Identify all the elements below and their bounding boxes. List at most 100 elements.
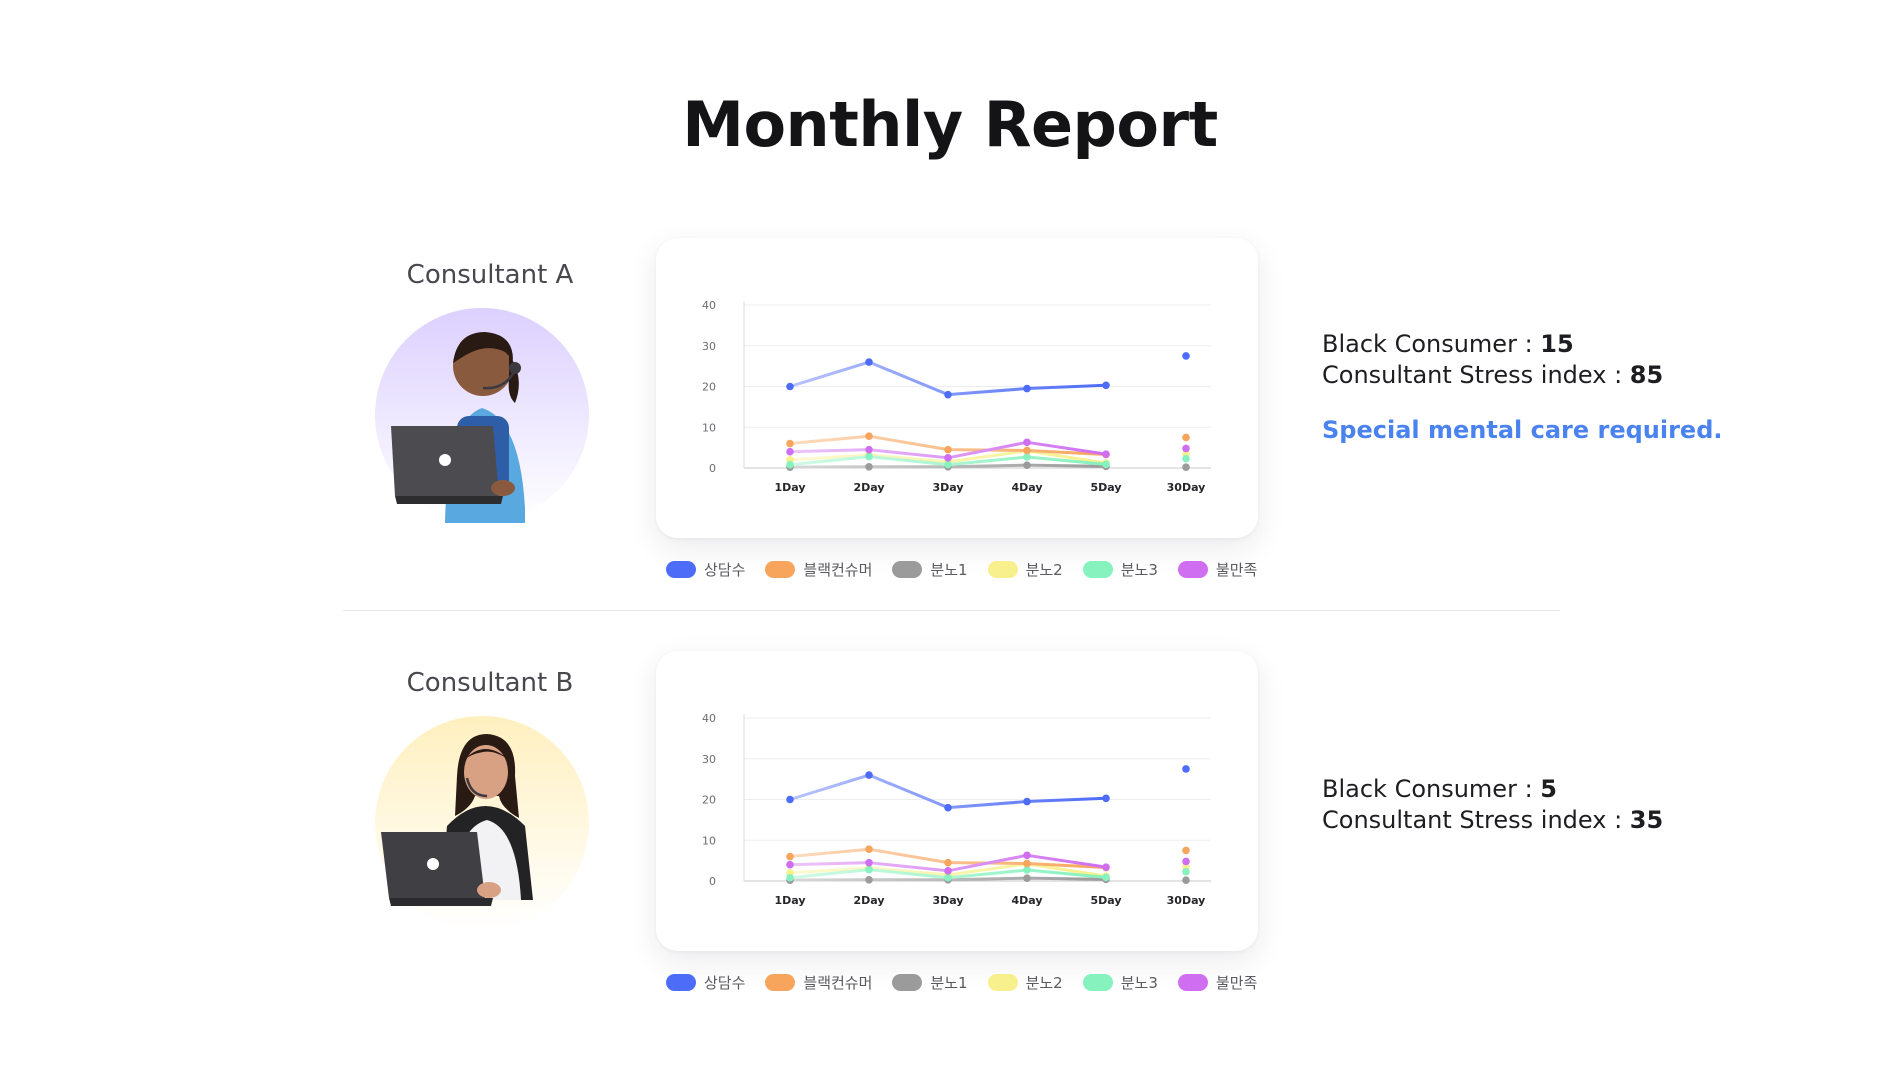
legend-swatch bbox=[892, 560, 923, 578]
legend-label: 분노1 bbox=[930, 560, 968, 579]
legend-item: 분노1 bbox=[892, 972, 968, 993]
legend-swatch bbox=[765, 973, 796, 991]
x-tick-label: 2Day bbox=[853, 481, 884, 494]
data-point bbox=[865, 452, 873, 461]
stat-value: 5 bbox=[1540, 775, 1557, 803]
legend-swatch bbox=[666, 973, 696, 991]
data-point bbox=[865, 462, 873, 471]
legend-label: 불만족 bbox=[1215, 973, 1258, 992]
x-tick-label: 5Day bbox=[1090, 481, 1121, 494]
data-point bbox=[865, 858, 873, 867]
section-divider bbox=[343, 610, 1560, 611]
x-tick-label: 4Day bbox=[1011, 894, 1042, 907]
legend-swatch bbox=[666, 560, 696, 578]
data-point bbox=[865, 432, 873, 441]
legend-swatch bbox=[987, 560, 1018, 578]
consultant-name: Consultant B bbox=[406, 668, 574, 698]
data-point bbox=[1182, 433, 1190, 442]
legend-swatch bbox=[1082, 560, 1113, 578]
data-point bbox=[1102, 873, 1110, 882]
data-point bbox=[944, 803, 952, 812]
y-tick-label: 20 bbox=[702, 794, 716, 807]
data-point bbox=[1182, 765, 1190, 773]
data-point bbox=[865, 845, 873, 854]
legend-label: 분노3 bbox=[1120, 560, 1158, 579]
data-point bbox=[1182, 454, 1190, 463]
data-point bbox=[944, 445, 952, 454]
legend-label: 블랙컨슈머 bbox=[803, 560, 873, 579]
x-tick-label: 30Day bbox=[1167, 481, 1206, 494]
data-point bbox=[786, 795, 794, 804]
legend-item: 분노2 bbox=[987, 972, 1063, 993]
data-point bbox=[1182, 876, 1190, 884]
data-point bbox=[786, 873, 794, 882]
consultant-b-stats: Black Consumer : 5 Consultant Stress ind… bbox=[1322, 774, 1842, 836]
series-line bbox=[788, 773, 1108, 810]
stat-value: 35 bbox=[1629, 806, 1664, 834]
legend-swatch bbox=[1177, 560, 1208, 578]
data-point bbox=[786, 460, 794, 469]
line-chart-b: 0 10 20 30 40 1Day 2Day 3Day 4Day 5Day 30Day bbox=[702, 712, 1211, 907]
stat-label: Consultant Stress index : bbox=[1322, 806, 1630, 834]
legend-swatch bbox=[987, 973, 1018, 991]
x-tick-label: 4Day bbox=[1011, 481, 1042, 494]
data-point bbox=[1023, 461, 1031, 469]
data-point bbox=[1023, 859, 1031, 868]
y-tick-label: 10 bbox=[702, 421, 716, 434]
data-point bbox=[1102, 794, 1110, 803]
x-tick-label: 2Day bbox=[853, 894, 884, 907]
data-point bbox=[1023, 797, 1031, 806]
consultant-b-avatar bbox=[375, 716, 590, 931]
data-point bbox=[786, 447, 794, 456]
y-tick-label: 30 bbox=[702, 753, 716, 766]
legend-swatch bbox=[765, 560, 796, 578]
legend-label: 상담수 bbox=[704, 560, 746, 579]
chart-legend-a: 상담수 블랙컨슈머 분노1 분노2 분노3 불만족 bbox=[666, 558, 1277, 580]
chart-card-b: 0 10 20 30 40 1Day 2Day 3Day 4Day 5Day 30Day bbox=[656, 651, 1258, 951]
legend-label: 불만족 bbox=[1215, 560, 1258, 579]
data-point bbox=[1023, 446, 1031, 455]
data-point bbox=[786, 860, 794, 869]
legend-label: 분노2 bbox=[1025, 560, 1063, 579]
data-point bbox=[1023, 866, 1031, 874]
x-tick-label: 30Day bbox=[1167, 894, 1206, 907]
x-tick-label: 3Day bbox=[932, 481, 963, 494]
legend-item: 블랙컨슈머 bbox=[765, 972, 872, 993]
data-point bbox=[1182, 444, 1190, 453]
data-point bbox=[944, 858, 952, 867]
black-consumer-stat: Black Consumer : 5 bbox=[1322, 774, 1842, 805]
x-tick-label: 5Day bbox=[1090, 894, 1121, 907]
legend-item: 상담수 bbox=[666, 559, 745, 580]
legend-label: 블랙컨슈머 bbox=[803, 973, 873, 992]
data-point bbox=[1023, 438, 1031, 447]
stress-index-stat: Consultant Stress index : 35 bbox=[1322, 805, 1842, 836]
chart-legend-b: 상담수 블랙컨슈머 분노1 분노2 분노3 불만족 bbox=[666, 971, 1277, 993]
consultant-avatar-illustration bbox=[375, 716, 589, 930]
legend-swatch bbox=[1082, 973, 1113, 991]
data-point bbox=[1023, 453, 1031, 461]
data-point bbox=[1023, 851, 1031, 860]
data-point bbox=[1182, 867, 1190, 876]
y-tick-label: 40 bbox=[702, 712, 716, 725]
data-point bbox=[1102, 450, 1110, 458]
data-point bbox=[786, 852, 794, 861]
data-point bbox=[865, 445, 873, 454]
legend-item: 분노2 bbox=[987, 559, 1063, 580]
data-point bbox=[944, 460, 952, 469]
legend-item: 분노3 bbox=[1082, 972, 1158, 993]
legend-label: 분노1 bbox=[930, 973, 968, 992]
data-point bbox=[1182, 463, 1190, 471]
data-point bbox=[1182, 857, 1190, 866]
consultant-b-section: Consultant B 0 10 20 30 40 1Day 2Day 3Da… bbox=[0, 0, 1900, 992]
data-point bbox=[1102, 460, 1110, 469]
legend-label: 분노3 bbox=[1120, 973, 1158, 992]
data-point bbox=[944, 454, 952, 462]
x-tick-label: 1Day bbox=[774, 481, 805, 494]
y-tick-label: 0 bbox=[709, 875, 716, 888]
x-tick-label: 3Day bbox=[932, 894, 963, 907]
data-point bbox=[865, 771, 873, 779]
legend-item: 블랙컨슈머 bbox=[765, 559, 872, 580]
legend-label: 상담수 bbox=[704, 973, 746, 992]
data-point bbox=[1102, 863, 1110, 871]
care-note: Special mental care required. bbox=[1322, 416, 1723, 444]
